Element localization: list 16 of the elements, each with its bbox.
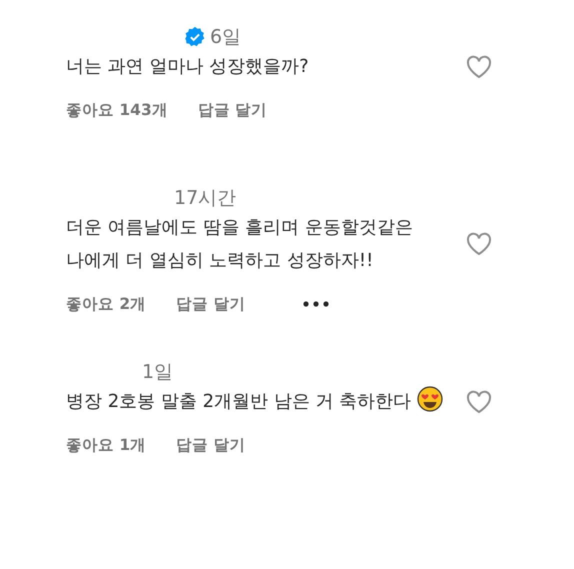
like-count[interactable]: 좋아요 143개 — [66, 100, 168, 120]
reply-button[interactable]: 답글 달기 — [198, 100, 268, 120]
comment-text: 병장 2호봉 말출 2개월반 남은 거 축하한다 — [66, 385, 448, 418]
like-heart-icon[interactable] — [466, 54, 492, 78]
comment-text: 더운 여름날에도 땀을 흘리며 운동할것같은 나에게 더 열심히 노력하고 성장하자!! — [66, 216, 414, 273]
comment-time: 6일 — [210, 25, 242, 50]
like-count[interactable]: 좋아요 2개 — [66, 294, 146, 314]
like-heart-icon[interactable] — [466, 390, 492, 414]
reply-button[interactable]: 답글 달기 — [176, 294, 246, 314]
comment-time: 17시간 — [174, 186, 236, 211]
comment-text: 너는 과연 얼마나 성장했을까? — [66, 55, 310, 79]
more-options-icon[interactable] — [302, 300, 330, 308]
reply-button[interactable]: 답글 달기 — [176, 434, 246, 456]
like-heart-icon[interactable] — [466, 232, 492, 256]
comment-time: 1일 — [142, 360, 174, 385]
like-count[interactable]: 좋아요 1개 — [66, 434, 146, 456]
